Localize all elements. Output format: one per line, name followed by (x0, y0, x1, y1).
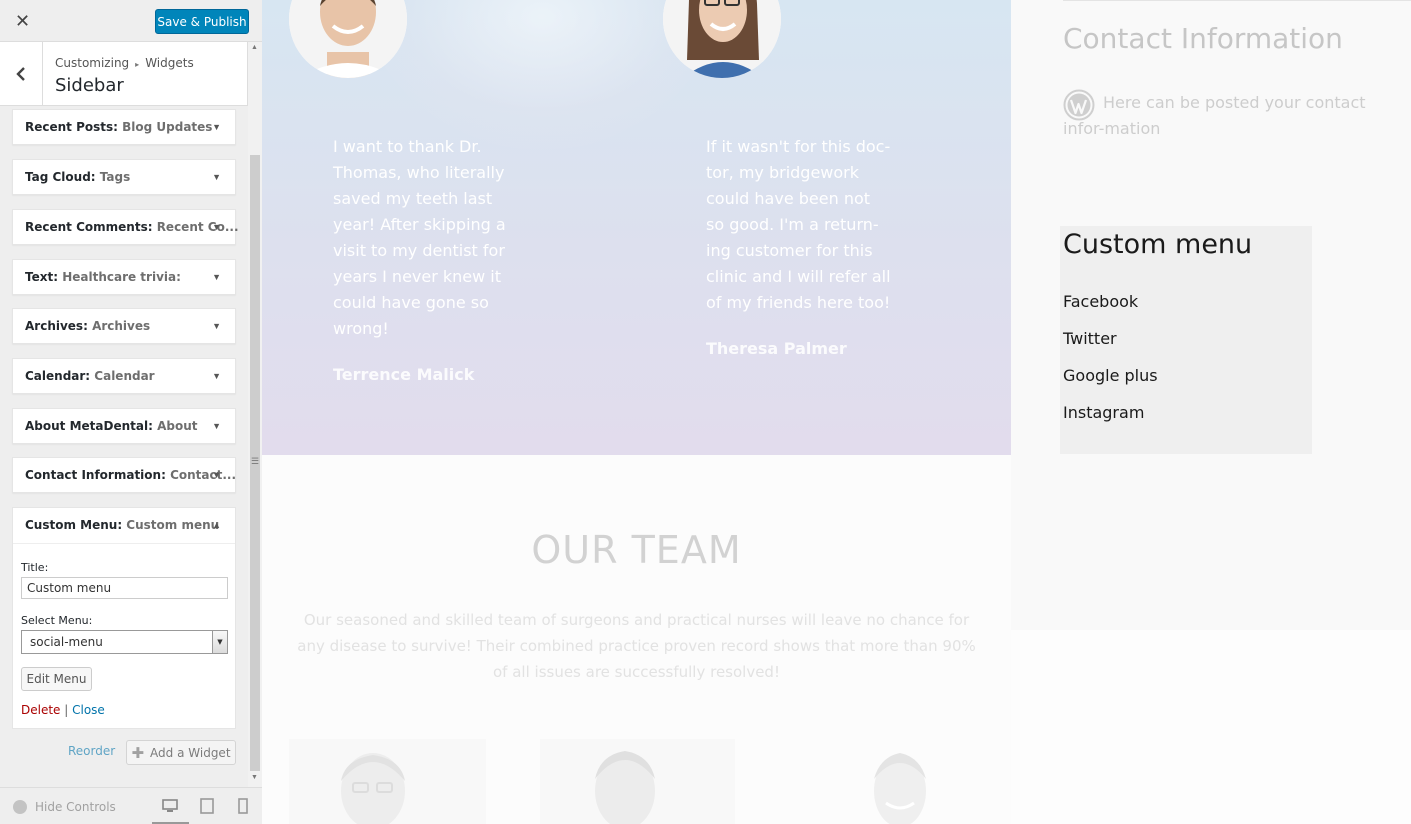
title-input[interactable] (21, 577, 228, 599)
widget-archives[interactable]: Archives: Archives ▼ (12, 308, 236, 344)
testimonial-author: Terrence Malick (333, 365, 475, 384)
testimonial-text: If it wasn't for this doc- tor, my bridg… (706, 137, 891, 312)
widget-title: Recent Comments: Recent Co... (25, 220, 239, 234)
widget-custom-menu-header[interactable]: Custom Menu: Custom menu ▲ (13, 508, 235, 544)
breadcrumb: Customizing ▸ Widgets (55, 56, 194, 70)
menu-item-twitter[interactable]: Twitter (1063, 329, 1117, 348)
contact-widget-title: Contact Information (1063, 22, 1343, 55)
expand-arrow-icon[interactable]: ▼ (212, 359, 221, 393)
desktop-preview-icon[interactable] (161, 797, 179, 815)
select-menu-value: social-menu (30, 635, 103, 649)
widget-tag-cloud[interactable]: Tag Cloud: Tags ▼ (12, 159, 236, 195)
hide-controls-button[interactable]: Hide Controls (13, 800, 116, 814)
widget-actions: Delete | Close (21, 703, 105, 717)
add-widget-label: Add a Widget (150, 745, 231, 760)
close-icon[interactable]: ✕ (0, 0, 45, 42)
reorder-link[interactable]: Reorder (68, 744, 115, 758)
widget-title: About MetaDental: About (25, 419, 198, 433)
team-section-title: OUR TEAM (531, 528, 742, 572)
menu-item-instagram[interactable]: Instagram (1063, 403, 1144, 422)
widget-title: Archives: Archives (25, 319, 151, 333)
expand-arrow-icon[interactable]: ▼ (212, 210, 221, 244)
widget-contact-information[interactable]: Contact Information: Contact... ▼ (12, 457, 236, 493)
collapse-arrow-icon[interactable]: ▲ (212, 508, 221, 542)
customizer-panel: ✕ Save & Publish Customizing ▸ Widgets Sid… (0, 0, 262, 824)
scroll-down-arrow[interactable]: ▼ (251, 774, 258, 781)
edit-menu-button[interactable]: Edit Menu (21, 667, 92, 691)
team-section-description: Our seasoned and skilled team of surgeon… (297, 611, 976, 681)
widget-about[interactable]: About MetaDental: About ▼ (12, 408, 236, 444)
contact-widget-text: Here can be posted your contact infor-ma… (1063, 93, 1366, 138)
title-field-label: Title: (21, 561, 49, 574)
expand-arrow-icon[interactable]: ▼ (212, 160, 221, 194)
breadcrumb-leaf: Widgets (145, 56, 194, 70)
back-button[interactable] (0, 42, 43, 105)
close-link[interactable]: Close (72, 703, 105, 717)
hide-controls-label: Hide Controls (35, 800, 116, 814)
preview-background (1011, 630, 1411, 824)
save-publish-button[interactable]: Save & Publish (155, 9, 249, 34)
expand-arrow-icon[interactable]: ▼ (212, 458, 221, 492)
divider (1063, 0, 1411, 1)
widget-recent-comments[interactable]: Recent Comments: Recent Co... ▼ (12, 209, 239, 245)
widget-title: Contact Information: Contact... (25, 468, 237, 482)
collapse-icon (13, 800, 27, 814)
widget-title: Recent Posts: Blog Updates (25, 120, 213, 134)
section-title-bar: Customizing ▸ Widgets Sidebar (0, 42, 248, 106)
widget-calendar[interactable]: Calendar: Calendar ▼ (12, 358, 236, 394)
custom-menu-title: Custom menu (1063, 229, 1253, 260)
plus-icon: ✚ (131, 743, 145, 762)
team-member-photo (790, 739, 985, 824)
panel-scrollbar[interactable]: ▲ ▼ (248, 42, 262, 787)
widget-title: Tag Cloud: Tags (25, 170, 131, 184)
customizer-footer: Hide Controls (0, 787, 262, 824)
breadcrumb-separator: ▸ (135, 60, 140, 69)
resize-handle[interactable]: ☰ (251, 456, 259, 467)
widget-text[interactable]: Text: Healthcare trivia: ▼ (12, 259, 236, 295)
widget-title: Text: Healthcare trivia: (25, 270, 181, 284)
delete-link[interactable]: Delete (21, 703, 60, 717)
select-menu-label: Select Menu: (21, 614, 93, 627)
menu-item-google-plus[interactable]: Google plus (1063, 366, 1158, 385)
widget-title: Calendar: Calendar (25, 369, 155, 383)
customizer-header: ✕ Save & Publish (0, 0, 262, 42)
chevron-left-icon (16, 66, 25, 81)
team-member-photo (540, 739, 735, 824)
testimonial-author: Theresa Palmer (706, 339, 847, 358)
testimonial-text: I want to thank Dr. Thomas, who literall… (333, 137, 506, 338)
team-member-photo (289, 739, 486, 824)
widget-title: Custom Menu: Custom menu (25, 518, 220, 532)
widget-recent-posts[interactable]: Recent Posts: Blog Updates ▼ (12, 109, 236, 145)
chevron-down-icon[interactable]: ▼ (212, 631, 227, 653)
wordpress-logo-icon (1063, 89, 1095, 121)
expand-arrow-icon[interactable]: ▼ (212, 409, 221, 443)
expand-arrow-icon[interactable]: ▼ (212, 110, 221, 144)
action-separator: | (60, 703, 73, 717)
expand-arrow-icon[interactable]: ▼ (212, 260, 221, 294)
testimonials-section: I want to thank Dr. Thomas, who literall… (262, 0, 1011, 455)
select-menu-dropdown[interactable]: social-menu ▼ (21, 630, 228, 654)
menu-item-facebook[interactable]: Facebook (1063, 292, 1138, 311)
scroll-up-arrow[interactable]: ▲ (251, 44, 258, 51)
site-preview: I want to thank Dr. Thomas, who literall… (262, 0, 1411, 824)
section-title: Sidebar (55, 75, 124, 96)
add-widget-button[interactable]: ✚ Add a Widget (126, 740, 236, 765)
breadcrumb-root: Customizing (55, 56, 130, 70)
tablet-preview-icon[interactable] (198, 797, 216, 815)
mobile-preview-icon[interactable] (234, 797, 252, 815)
widget-custom-menu: Custom Menu: Custom menu ▲ Title: Select… (12, 507, 236, 729)
custom-menu-widget: Custom menu Facebook Twitter Google plus… (1060, 226, 1312, 454)
expand-arrow-icon[interactable]: ▼ (212, 309, 221, 343)
